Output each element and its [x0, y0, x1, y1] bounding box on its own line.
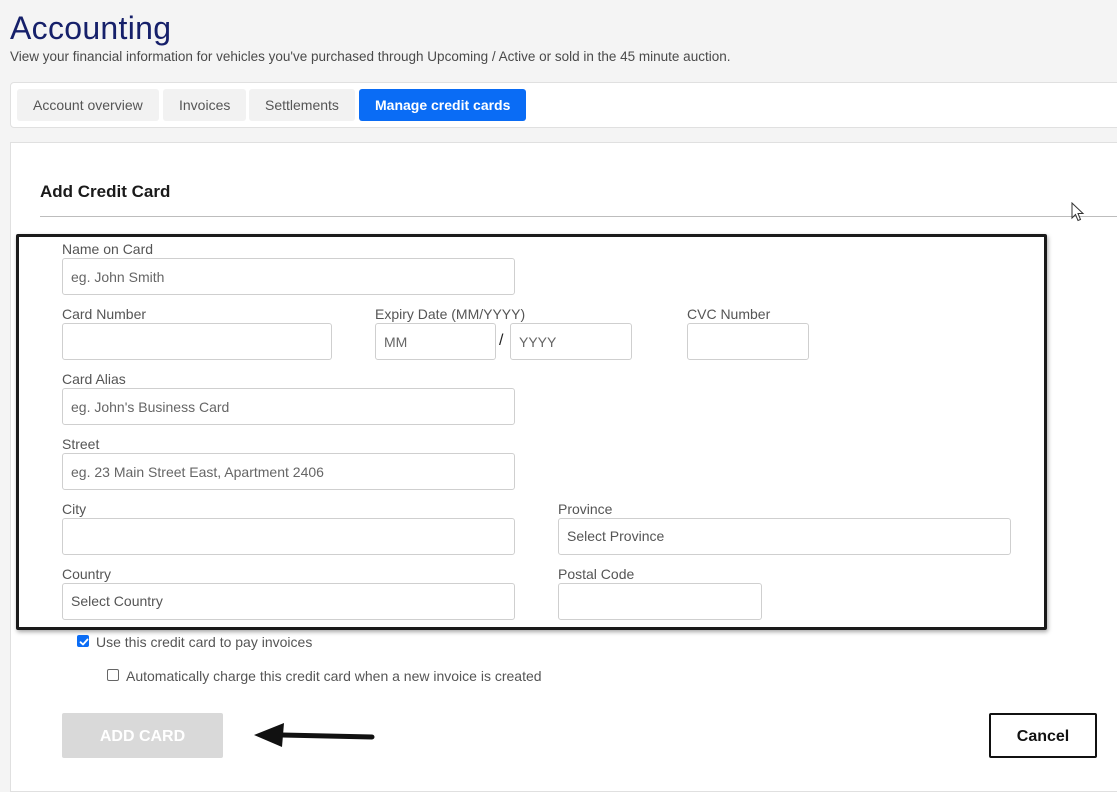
- expiry-separator: /: [499, 332, 504, 349]
- cvc-input[interactable]: [687, 323, 809, 360]
- expiry-year-input[interactable]: [510, 323, 632, 360]
- page-title: Accounting: [10, 10, 172, 46]
- expiry-date-label: Expiry Date (MM/YYYY): [375, 306, 526, 322]
- city-label: City: [62, 501, 87, 517]
- name-on-card-input[interactable]: [62, 258, 515, 295]
- page-subtitle: View your financial information for vehi…: [10, 49, 731, 64]
- use-for-invoices-checkbox[interactable]: [77, 635, 89, 647]
- expiry-month-input[interactable]: [375, 323, 496, 360]
- tabs-bar: Account overview Invoices Settlements Ma…: [10, 82, 1117, 128]
- street-input[interactable]: [62, 453, 515, 490]
- auto-charge-label: Automatically charge this credit card wh…: [126, 668, 542, 684]
- auto-charge-checkbox[interactable]: [107, 669, 119, 681]
- use-for-invoices-label: Use this credit card to pay invoices: [96, 634, 313, 650]
- postal-code-label: Postal Code: [558, 566, 635, 582]
- province-select[interactable]: Select Province: [558, 518, 1011, 555]
- left-arrow-icon: [254, 723, 375, 747]
- city-input[interactable]: [62, 518, 515, 555]
- card-number-input[interactable]: [62, 323, 332, 360]
- cvc-label: CVC Number: [687, 306, 771, 322]
- name-on-card-label: Name on Card: [62, 241, 154, 257]
- tab-account-overview[interactable]: Account overview: [17, 89, 159, 121]
- mouse-cursor-icon: [1071, 202, 1085, 222]
- section-divider: [40, 216, 1117, 217]
- country-select[interactable]: Select Country: [62, 583, 515, 620]
- postal-code-input[interactable]: [558, 583, 762, 620]
- tab-settlements[interactable]: Settlements: [249, 89, 355, 121]
- card-alias-input[interactable]: [62, 388, 515, 425]
- card-number-label: Card Number: [62, 306, 147, 322]
- tab-manage-credit-cards[interactable]: Manage credit cards: [359, 89, 527, 121]
- section-title: Add Credit Card: [40, 182, 171, 201]
- tab-invoices[interactable]: Invoices: [163, 89, 247, 121]
- country-label: Country: [62, 566, 112, 582]
- province-label: Province: [558, 501, 613, 517]
- cancel-button[interactable]: Cancel: [989, 713, 1097, 758]
- add-card-button[interactable]: ADD CARD: [62, 713, 223, 758]
- card-alias-label: Card Alias: [62, 371, 126, 387]
- checkmark-icon: [79, 638, 89, 646]
- street-label: Street: [62, 436, 100, 452]
